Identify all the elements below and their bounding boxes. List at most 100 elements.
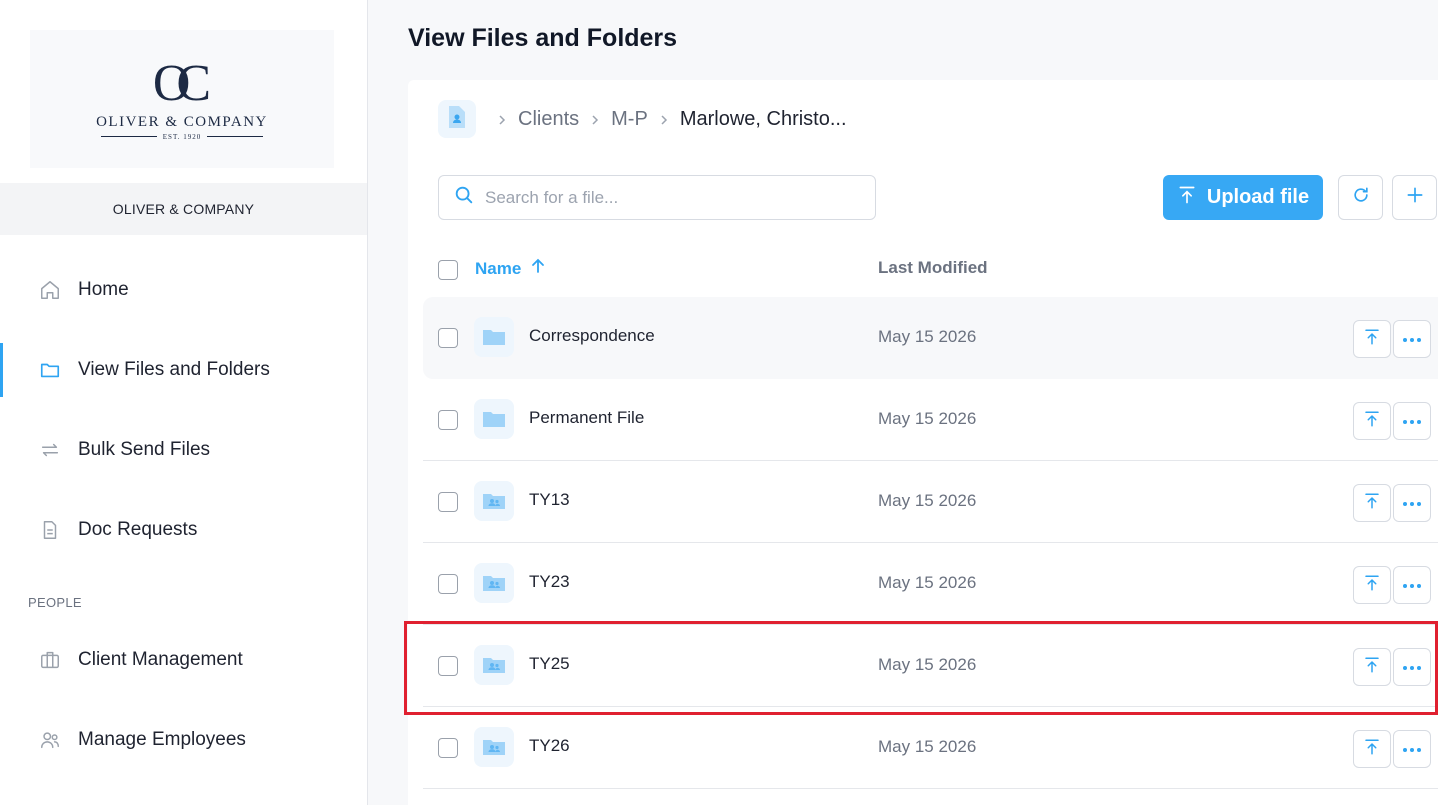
logo-est-text: EST. 1920 <box>162 132 202 141</box>
upload-icon <box>1363 656 1381 679</box>
more-icon <box>1402 576 1422 594</box>
row-checkbox[interactable] <box>438 328 458 348</box>
row-more-button[interactable] <box>1393 320 1431 358</box>
nav-item-bulk-send[interactable]: Bulk Send Files <box>0 423 367 477</box>
table-header: Name Last Modified <box>438 258 1438 282</box>
more-icon <box>1402 330 1422 348</box>
search-box[interactable] <box>438 175 876 220</box>
file-date: May 15 2026 <box>878 409 977 428</box>
upload-file-button[interactable]: Upload file <box>1163 175 1323 220</box>
table-row[interactable]: TY13 May 15 2026 <box>423 461 1438 543</box>
chevron-right-icon <box>658 114 670 126</box>
breadcrumb-current: Marlowe, Christo... <box>679 108 847 130</box>
folder-icon <box>474 317 514 357</box>
search-icon <box>453 184 475 211</box>
sidebar: OC OLIVER & COMPANY EST. 1920 OLIVER & C… <box>0 0 368 805</box>
column-header-last-modified[interactable]: Last Modified <box>878 258 988 278</box>
file-date: May 15 2026 <box>878 491 977 510</box>
row-upload-button[interactable] <box>1353 730 1391 768</box>
upload-icon <box>1363 738 1381 761</box>
breadcrumb-root-button[interactable] <box>438 100 476 138</box>
shared-folder-icon <box>474 727 514 767</box>
row-checkbox[interactable] <box>438 738 458 758</box>
logo-name: OLIVER & COMPANY <box>96 113 268 130</box>
file-name[interactable]: TY25 <box>529 654 570 674</box>
row-more-button[interactable] <box>1393 484 1431 522</box>
company-logo[interactable]: OC OLIVER & COMPANY EST. 1920 <box>30 30 334 168</box>
chevron-right-icon <box>496 114 508 126</box>
file-name[interactable]: TY23 <box>529 572 570 592</box>
row-checkbox[interactable] <box>438 492 458 512</box>
more-icon <box>1402 740 1422 758</box>
more-icon <box>1402 494 1422 512</box>
nav-item-client-management[interactable]: Client Management <box>0 633 367 687</box>
shared-folder-icon <box>474 563 514 603</box>
main-content: View Files and Folders Clients M-P Marlo… <box>368 0 1438 805</box>
table-row[interactable]: TY23 May 15 2026 <box>423 543 1438 625</box>
row-checkbox[interactable] <box>438 410 458 430</box>
upload-icon <box>1363 574 1381 597</box>
nav-item-view-files[interactable]: View Files and Folders <box>0 343 367 397</box>
shared-folder-icon <box>474 481 514 521</box>
folder-icon <box>474 399 514 439</box>
nav-item-label: Doc Requests <box>78 519 198 540</box>
table-row[interactable]: TY25 May 15 2026 <box>423 625 1438 707</box>
row-upload-button[interactable] <box>1353 484 1391 522</box>
nav-item-doc-requests[interactable]: Doc Requests <box>0 503 367 557</box>
row-more-button[interactable] <box>1393 566 1431 604</box>
row-more-button[interactable] <box>1393 648 1431 686</box>
more-icon <box>1402 412 1422 430</box>
search-input[interactable] <box>485 187 865 208</box>
folder-icon <box>38 358 62 382</box>
row-upload-button[interactable] <box>1353 566 1391 604</box>
upload-file-label: Upload file <box>1206 186 1310 208</box>
nav-item-manage-employees[interactable]: Manage Employees <box>0 713 367 767</box>
table-row[interactable]: TY26 May 15 2026 <box>423 707 1438 789</box>
page-title: View Files and Folders <box>408 24 678 52</box>
file-name[interactable]: TY13 <box>529 490 570 510</box>
nav-item-home[interactable]: Home <box>0 263 367 317</box>
row-upload-button[interactable] <box>1353 648 1391 686</box>
add-button[interactable] <box>1392 175 1437 220</box>
logo-divider <box>100 136 157 137</box>
file-name[interactable]: Correspondence <box>529 326 655 346</box>
section-label-people: PEOPLE <box>28 595 82 610</box>
nav-item-label: Client Management <box>78 649 243 670</box>
upload-icon <box>1363 328 1381 351</box>
file-date: May 15 2026 <box>878 655 977 674</box>
row-more-button[interactable] <box>1393 402 1431 440</box>
row-upload-button[interactable] <box>1353 320 1391 358</box>
row-checkbox[interactable] <box>438 656 458 676</box>
upload-icon <box>1177 185 1197 211</box>
more-icon <box>1402 658 1422 676</box>
chevron-right-icon <box>589 114 601 126</box>
repeat-icon <box>38 438 62 462</box>
upload-icon <box>1363 492 1381 515</box>
refresh-button[interactable] <box>1338 175 1383 220</box>
column-header-name[interactable]: Name <box>475 258 545 279</box>
select-all-checkbox[interactable] <box>438 260 458 280</box>
file-date: May 15 2026 <box>878 573 977 592</box>
logo-est: EST. 1920 <box>100 132 264 141</box>
nav-item-label: View Files and Folders <box>78 359 270 380</box>
nav-item-label: Manage Employees <box>78 729 246 750</box>
file-name[interactable]: TY26 <box>529 736 570 756</box>
briefcase-icon <box>38 648 62 672</box>
row-more-button[interactable] <box>1393 730 1431 768</box>
logo-monogram: OC <box>152 54 211 112</box>
file-name[interactable]: Permanent File <box>529 408 644 428</box>
home-icon <box>38 278 62 302</box>
row-upload-button[interactable] <box>1353 402 1391 440</box>
client-file-icon <box>447 105 467 134</box>
nav-item-label: Home <box>78 279 129 300</box>
breadcrumb-item-clients[interactable]: Clients <box>518 108 579 131</box>
row-checkbox[interactable] <box>438 574 458 594</box>
shared-folder-icon <box>474 645 514 685</box>
breadcrumb-item-m-p[interactable]: M-P <box>611 108 648 131</box>
file-date: May 15 2026 <box>878 737 977 756</box>
logo-divider <box>207 136 264 137</box>
breadcrumb: Clients M-P Marlowe, Christo... <box>486 108 847 131</box>
company-name-bar[interactable]: OLIVER & COMPANY <box>0 183 367 235</box>
table-row[interactable]: Correspondence May 15 2026 <box>423 297 1438 379</box>
table-row[interactable]: Permanent File May 15 2026 <box>423 379 1438 461</box>
